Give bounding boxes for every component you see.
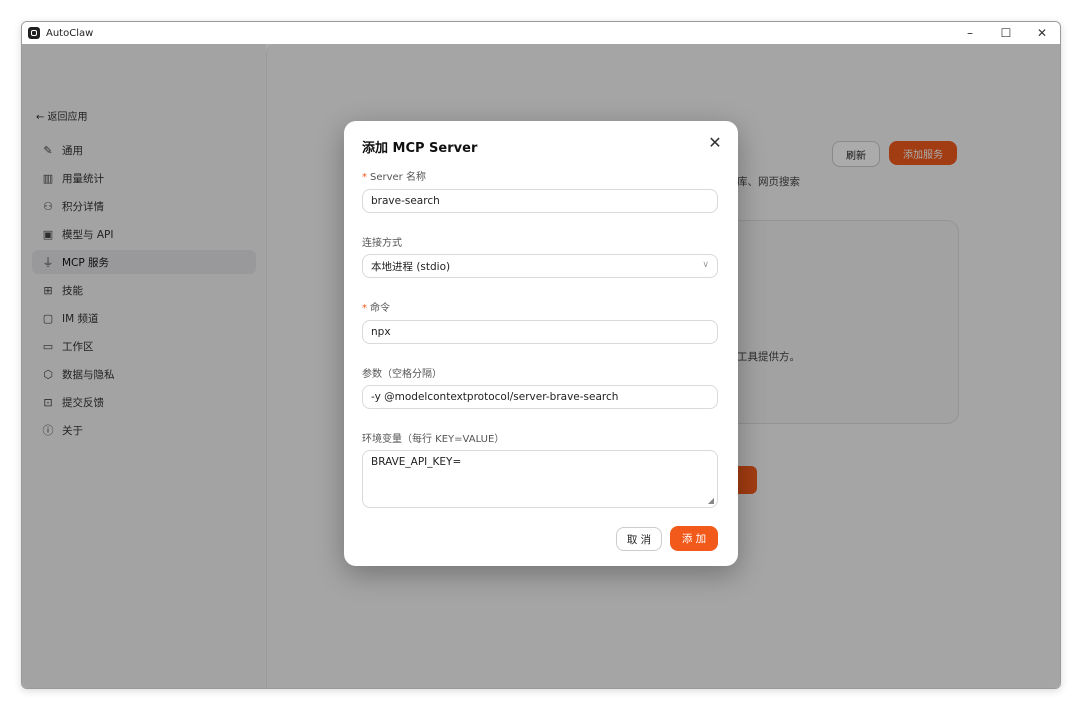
args-label: 参数（空格分隔）	[362, 369, 442, 380]
required-mark: *	[362, 172, 367, 183]
chevron-down-icon: ∨	[702, 260, 709, 270]
server-name-label: * Server 名称	[362, 172, 426, 183]
close-icon[interactable]: ✕	[706, 133, 724, 152]
env-textarea[interactable]: BRAVE_API_KEY= ◢	[362, 450, 718, 508]
args-input[interactable]: -y @modelcontextprotocol/server-brave-se…	[362, 385, 718, 409]
add-mcp-server-dialog: 添加 MCP Server ✕ * Server 名称 brave-search …	[344, 121, 738, 566]
server-name-input[interactable]: brave-search	[362, 189, 718, 213]
add-button[interactable]: 添 加	[670, 526, 718, 551]
app-logo-icon	[28, 27, 40, 39]
dialog-title: 添加 MCP Server	[362, 141, 478, 156]
connection-type-select[interactable]: 本地进程 (stdio) ∨	[362, 254, 718, 278]
cancel-button[interactable]: 取 消	[616, 527, 662, 551]
resize-handle-icon[interactable]: ◢	[708, 496, 714, 505]
connection-type-value: 本地进程 (stdio)	[371, 260, 451, 273]
command-input[interactable]: npx	[362, 320, 718, 344]
connection-type-label: 连接方式	[362, 238, 402, 249]
maximize-button[interactable]: ☐	[988, 22, 1024, 44]
window-controls: – ☐ ✕	[952, 22, 1060, 44]
title-bar[interactable]: AutoClaw – ☐ ✕	[22, 22, 1060, 44]
window-title: AutoClaw	[46, 27, 94, 39]
env-label: 环境变量（每行 KEY=VALUE）	[362, 434, 505, 445]
close-window-button[interactable]: ✕	[1024, 22, 1060, 44]
minimize-button[interactable]: –	[952, 22, 988, 44]
command-label: * 命令	[362, 303, 390, 314]
env-value: BRAVE_API_KEY=	[371, 456, 462, 468]
required-mark: *	[362, 303, 367, 314]
